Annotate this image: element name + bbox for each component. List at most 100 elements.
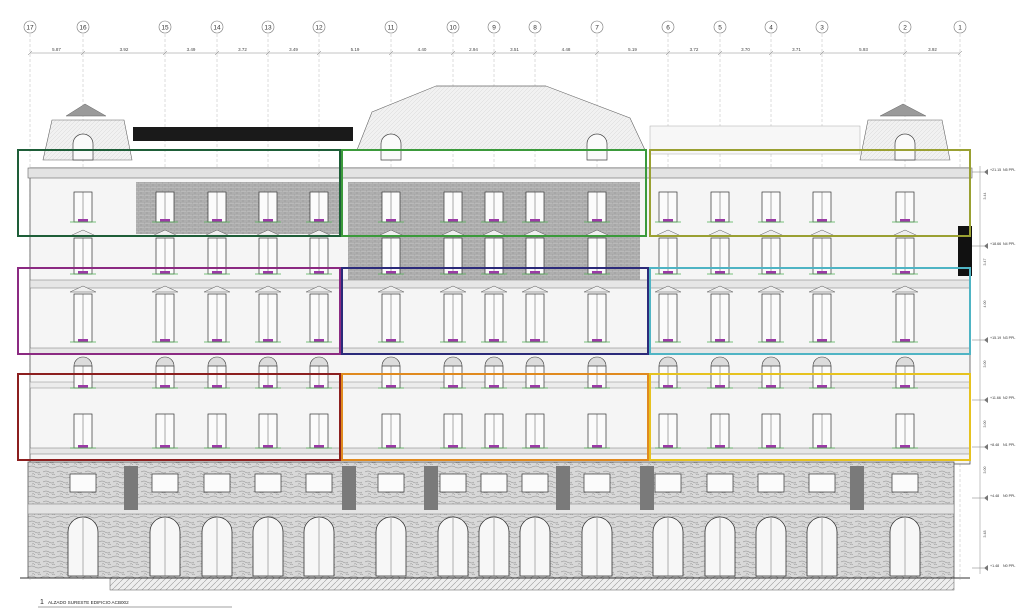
window-sill-marker [314,219,324,222]
base-window [377,473,405,493]
dormer-window [586,133,608,161]
window-sill-marker [715,339,725,342]
window-sill-marker [386,445,396,448]
bay-dimension: 3.49 [289,47,298,52]
window-sill-marker [530,271,540,274]
level-triangle [984,169,988,175]
window-sill-marker [314,445,324,448]
window-sill-marker [160,339,170,342]
base-window [891,473,919,493]
window-sill-marker [212,445,222,448]
story-height: 3.48 [983,531,987,538]
window-sill-marker [817,271,827,274]
grid-axis-label: 9 [492,25,496,32]
window-sill-marker [817,445,827,448]
base-window [151,473,179,493]
level-elevation: +4.48 [990,494,999,498]
base-pier [850,466,864,510]
level-markers: +21.15 N5 PPL +18.66 N4 PPL +15.19 N3 PPL +11.… [972,166,1015,574]
dormer-window [72,133,94,161]
bay-dimension: 5.87 [52,47,61,52]
window-sill-marker [715,385,725,388]
window-sill-marker [715,445,725,448]
story-height: 3.00 [983,467,987,474]
window-sill-marker [489,339,499,342]
window-sill-marker [78,271,88,274]
window-sill-marker [766,339,776,342]
level-elevation: +8.48 [990,443,999,447]
grid-axis-label: 12 [315,25,323,32]
grid-axis-label: 16 [79,25,87,32]
window-sill-marker [530,385,540,388]
window-sill-marker [386,271,396,274]
right-pavilion-cap [879,103,927,117]
window-sill-marker [817,385,827,388]
level-elevation: +18.66 [990,242,1001,246]
string-course-4 [29,447,971,455]
window-sill-marker [212,271,222,274]
base-window [583,473,611,493]
grid-axis-label: 4 [769,25,773,32]
bay-dimension: 3.92 [120,47,129,52]
window-sill-marker [212,385,222,388]
window-sill-marker [592,385,602,388]
base-window [305,473,333,493]
base-window [654,473,682,493]
window-sill-marker [448,271,458,274]
story-height: 4.00 [983,301,987,308]
level-triangle [984,337,988,343]
window-sill-marker [160,445,170,448]
level-triangle [984,397,988,403]
window-sill-marker [592,271,602,274]
window-sill-marker [592,445,602,448]
base-window [439,473,467,493]
level-triangle [984,495,988,501]
window-sill-marker [663,445,673,448]
caption-number: 1 [40,599,44,606]
window-sill-marker [263,219,273,222]
window-sill-marker [715,219,725,222]
bay-dimension: 3.51 [510,47,519,52]
base-window [706,473,734,493]
bay-dimension: 5.19 [628,47,637,52]
string-course-1 [29,279,971,289]
window-sill-marker [900,339,910,342]
story-height: 3.00 [983,421,987,428]
grid-axis-label: 14 [213,25,221,32]
grid-axis-label: 5 [718,25,722,32]
drawing-caption: 1 ALZADO SURESTE EDIFICIO ACB002 [38,599,232,608]
caption-title: ALZADO SURESTE EDIFICIO ACB002 [48,600,129,605]
window-sill-marker [715,271,725,274]
level-elevation: +15.19 [990,336,1001,340]
bay-dimension: 3.92 [928,47,937,52]
window-sill-marker [263,385,273,388]
grid-axis-label: 7 [595,25,599,32]
base-pier [640,466,654,510]
bay-dimension: 2.94 [469,47,478,52]
window-sill-marker [314,339,324,342]
window-sill-marker [817,219,827,222]
window-sill-marker [263,339,273,342]
window-sill-marker [530,445,540,448]
window-sill-marker [160,271,170,274]
level-label: N4 PPL [1003,242,1015,246]
grid-axis-label: 10 [449,25,457,32]
window-sill-marker [448,385,458,388]
left-pavilion-cap [65,103,107,117]
base-pier [124,466,138,510]
window-sill-marker [489,445,499,448]
window-sill-marker [78,219,88,222]
window-sill-marker [263,271,273,274]
window-sill-marker [663,339,673,342]
bay-dimension: 3.72 [238,47,247,52]
window-sill-marker [314,271,324,274]
base-window [203,473,231,493]
window-sill-marker [766,385,776,388]
grid-axis-label: 3 [820,25,824,32]
grid-axis-label: 11 [388,25,395,32]
base-pier [342,466,356,510]
window-sill-marker [448,445,458,448]
window-sill-marker [900,385,910,388]
base-window [480,473,508,493]
window-sill-marker [766,219,776,222]
